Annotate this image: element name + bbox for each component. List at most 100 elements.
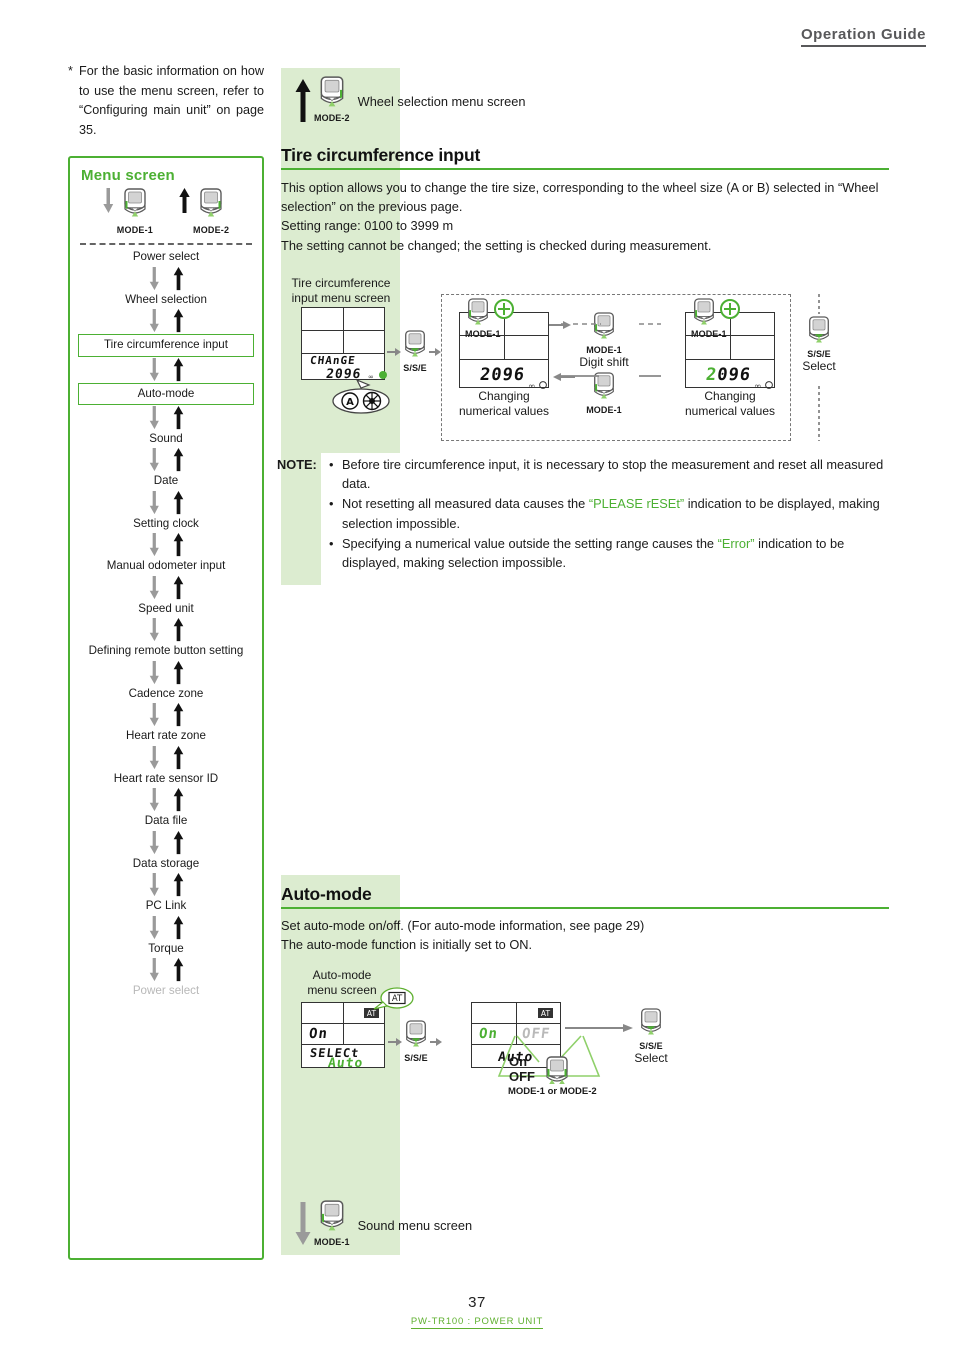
auto-para-2: The auto-mode function is initially set … — [281, 937, 533, 953]
auto-lcd1-auto: Auto — [327, 1056, 365, 1071]
note-item: • Specifying a numerical value outside th… — [329, 534, 889, 572]
menu-item[interactable]: Auto-mode — [78, 382, 254, 405]
tire-para-2: Setting range: 0100 to 3999 m — [281, 218, 454, 234]
menu-item[interactable]: Heart rate sensor ID — [78, 771, 254, 787]
arrow-right-icon — [388, 1037, 402, 1046]
arrow-up-black-icon — [173, 575, 184, 600]
footnote-text: For the basic information on how to use … — [79, 64, 264, 137]
arrow-up-black-icon — [295, 79, 311, 122]
tire-note-block: NOTE: • Before tire circumference input, … — [277, 455, 889, 573]
page-number: 37 — [468, 1294, 486, 1311]
auto-choice-labels: On OFF — [509, 1054, 535, 1084]
arrow-down-gray-icon — [149, 958, 160, 982]
footnote: * For the basic information on how to us… — [68, 62, 264, 140]
tire-para-1: This option allows you to change the tir… — [281, 180, 879, 215]
arrow-down-gray-icon — [149, 266, 160, 291]
arrow-down-gray-icon — [149, 448, 160, 472]
product-line: PW-TR100 : POWER UNIT — [410, 1316, 544, 1329]
arrow-up-black-icon — [173, 309, 184, 333]
arrow-down-gray-icon — [149, 533, 160, 557]
menu-item[interactable]: Data file — [78, 813, 254, 829]
mode-2-label: MODE-2 — [193, 225, 230, 236]
menu-item[interactable]: Tire circumference input — [78, 334, 254, 357]
tire-lcd1-top-text: CHAnGE — [309, 354, 357, 367]
menu-item[interactable]: Speed unit — [78, 601, 254, 617]
arrow-down-gray-icon — [149, 618, 160, 642]
bottom-nav-caption: Sound menu screen — [357, 1218, 473, 1233]
auto-choice-on: On — [509, 1054, 528, 1069]
bottom-nav-mode-label: MODE-1 — [314, 1237, 350, 1247]
auto-sse-select-button[interactable]: S/S/E Select — [621, 1008, 681, 1065]
device-icon — [317, 1200, 347, 1237]
note-highlight: “Error” — [717, 535, 755, 551]
arrow-up-black-icon — [173, 958, 184, 982]
menu-arrow-pair — [78, 447, 254, 473]
page-header: Operation Guide — [800, 26, 926, 47]
menu-item[interactable]: Sound — [78, 431, 254, 447]
arrow-up-black-icon — [173, 266, 184, 291]
arrow-up-black-icon — [173, 873, 184, 897]
top-nav-mode-label: MODE-2 — [314, 113, 350, 123]
arrow-up-black-icon — [173, 915, 184, 940]
menu-arrow-pair — [78, 660, 254, 686]
auto-choice-button-label: MODE-1 or MODE-2 — [508, 1086, 597, 1097]
device-icon — [403, 1020, 429, 1053]
menu-item[interactable]: Manual odometer input — [78, 558, 254, 574]
arrow-up-black-icon — [173, 830, 184, 855]
menu-screen-title: Menu screen — [81, 167, 175, 185]
arrow-right-icon — [387, 347, 401, 356]
menu-item[interactable]: Power select — [78, 983, 254, 999]
menu-arrow-pair — [78, 405, 254, 431]
page-footer: 37 PW-TR100 : POWER UNIT — [0, 1294, 954, 1329]
auto-choice-off: OFF — [509, 1069, 535, 1084]
tire-lcd1-caption: Tire circumference input menu screen — [291, 276, 391, 305]
menu-item[interactable]: PC Link — [78, 898, 254, 914]
note-highlight: “PLEASE rESEt” — [588, 496, 685, 512]
auto-section-heading: Auto-mode — [281, 884, 889, 909]
menu-item[interactable]: Date — [78, 473, 254, 489]
mode-2-group: MODE-2 — [179, 188, 229, 235]
tire-sse-label-1: S/S/E — [403, 363, 427, 373]
arrow-down-gray-icon — [149, 357, 160, 382]
device-icon — [691, 298, 717, 330]
device-icon — [121, 188, 149, 223]
tire-sse-button-1[interactable]: S/S/E — [387, 330, 441, 373]
menu-item[interactable]: Torque — [78, 941, 254, 957]
menu-item[interactable]: Power select — [78, 249, 254, 265]
plus-icon — [720, 299, 740, 319]
auto-sse-select-sub: Select — [634, 1051, 668, 1065]
arrow-right-icon — [430, 1037, 442, 1046]
svg-text:AT: AT — [541, 1009, 551, 1018]
menu-item[interactable]: Heart rate zone — [78, 728, 254, 744]
arrow-down-gray-icon — [149, 490, 160, 515]
menu-arrow-pair — [78, 357, 254, 383]
device-icon — [638, 1008, 664, 1040]
menu-arrow-pair — [78, 830, 254, 856]
menu-arrow-pair — [78, 617, 254, 643]
menu-item[interactable]: Cadence zone — [78, 686, 254, 702]
auto-para-1: Set auto-mode on/off. (For auto-mode inf… — [281, 918, 645, 933]
menu-arrow-pair — [78, 490, 254, 516]
arrow-down-gray-icon — [149, 703, 160, 727]
menu-item[interactable]: Wheel selection — [78, 292, 254, 308]
tire-lcd3-caption: Changing numerical values — [684, 389, 776, 418]
auto-sse-button-1[interactable]: S/S/E — [388, 1020, 442, 1063]
tire-lcd3-mode-label: MODE-1 — [691, 329, 727, 339]
mode-1-label: MODE-1 — [116, 225, 153, 236]
header-title: Operation Guide — [800, 26, 926, 43]
tire-section-heading: Tire circumference input — [281, 145, 889, 170]
auto-sse-label-1: S/S/E — [404, 1053, 428, 1063]
menu-item[interactable]: Data storage — [78, 856, 254, 872]
arrow-down-gray-icon — [149, 660, 160, 685]
arrow-down-gray-icon — [149, 745, 160, 770]
menu-arrow-pair — [78, 872, 254, 898]
bullet-icon: • — [329, 496, 334, 512]
auto-heading-text: Auto-mode — [281, 884, 372, 904]
menu-item[interactable]: Defining remote button setting — [78, 643, 254, 659]
arrow-down-gray-icon — [295, 1202, 311, 1245]
auto-at-callout: AT — [373, 986, 417, 1019]
arrow-down-gray-icon — [149, 873, 160, 897]
menu-arrow-pair — [78, 532, 254, 558]
menu-item[interactable]: Setting clock — [78, 516, 254, 532]
tire-lcd-menu-screen: CHAnGE 2096 ∞ — [301, 307, 387, 382]
